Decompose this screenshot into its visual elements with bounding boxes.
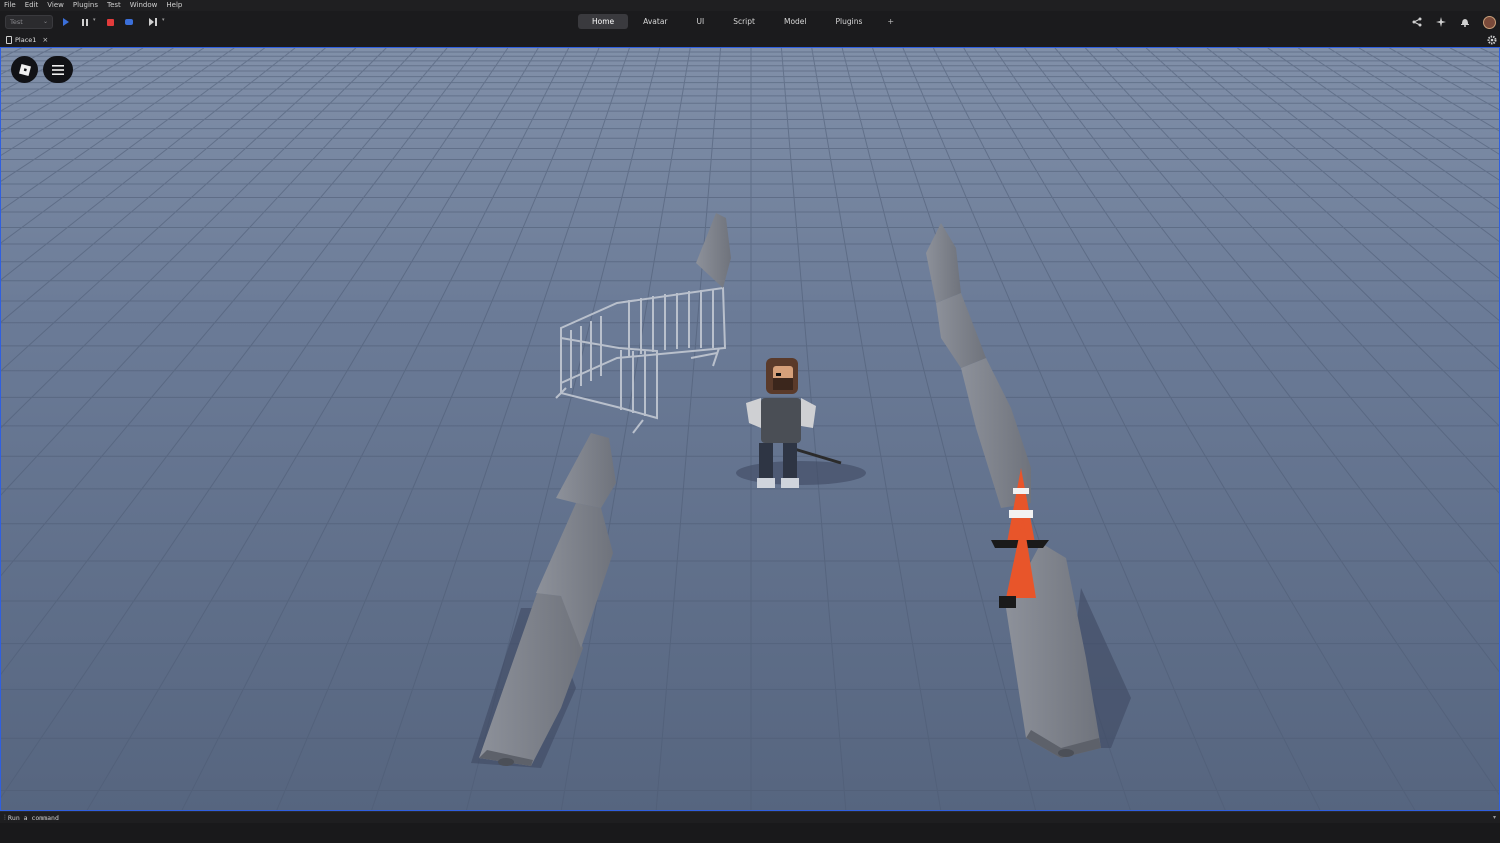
menu-plugins[interactable]: Plugins: [73, 0, 98, 11]
roblox-logo-icon: [18, 63, 31, 76]
camera-button[interactable]: [123, 16, 135, 28]
add-tab-button[interactable]: +: [877, 14, 904, 30]
user-avatar-button[interactable]: [1482, 15, 1496, 29]
menu-bar: File Edit View Plugins Test Window Help: [0, 0, 1500, 11]
tab-script[interactable]: Script: [719, 14, 769, 29]
command-bar: ⋮ ▾: [0, 811, 1500, 824]
bottom-panel: [0, 823, 1500, 843]
step-icon: [149, 18, 155, 26]
stop-button[interactable]: [104, 16, 116, 28]
share-icon: [1412, 17, 1422, 27]
avatar: [1482, 15, 1496, 29]
hamburger-menu-icon: [52, 64, 64, 75]
sparkle-icon: [1436, 17, 1446, 27]
camera-icon: [125, 19, 133, 25]
play-icon: [63, 18, 69, 26]
hamburger-menu-button[interactable]: [43, 56, 73, 83]
pause-options-chevron-icon[interactable]: ▾: [93, 17, 96, 23]
tab-home[interactable]: Home: [578, 14, 629, 29]
close-icon[interactable]: ×: [42, 36, 48, 44]
notifications-button[interactable]: [1458, 15, 1472, 29]
pause-button[interactable]: [79, 16, 91, 28]
roblox-menu-button[interactable]: [11, 56, 38, 83]
tab-avatar[interactable]: Avatar: [629, 14, 681, 29]
ai-assistant-button[interactable]: [1434, 15, 1448, 29]
test-mode-select[interactable]: Test ⌄: [5, 15, 53, 29]
stop-icon: [106, 18, 114, 26]
step-button[interactable]: [147, 16, 159, 28]
gear-icon[interactable]: [1487, 35, 1497, 45]
pause-icon: [82, 18, 88, 26]
scene-render: [1, 48, 1499, 810]
menu-edit[interactable]: Edit: [25, 0, 39, 11]
step-bar-icon: [155, 18, 157, 26]
document-tab-bar: Place1 ×: [0, 33, 1500, 47]
menu-help[interactable]: Help: [166, 0, 182, 11]
play-button[interactable]: [60, 16, 72, 28]
menu-window[interactable]: Window: [130, 0, 158, 11]
tab-ui[interactable]: UI: [683, 14, 719, 29]
3d-viewport[interactable]: [0, 47, 1500, 811]
place-file-icon: [6, 36, 12, 44]
chevron-down-icon: ⌄: [42, 18, 48, 25]
share-button[interactable]: [1410, 15, 1424, 29]
tab-plugins[interactable]: Plugins: [822, 14, 877, 29]
doc-tab-label: Place1: [15, 36, 37, 44]
menu-file[interactable]: File: [4, 0, 16, 11]
menu-test[interactable]: Test: [107, 0, 121, 11]
toolbar: Test ⌄ ▾ ▾ Home Avatar UI Script Model P…: [0, 11, 1500, 33]
bell-icon: [1461, 19, 1469, 27]
menu-view[interactable]: View: [47, 0, 64, 11]
step-options-chevron-icon[interactable]: ▾: [162, 17, 165, 23]
toolbar-right-icons: [1410, 15, 1496, 29]
ribbon-tabs: Home Avatar UI Script Model Plugins +: [578, 14, 904, 30]
tab-model[interactable]: Model: [770, 14, 821, 29]
doc-tab-place1[interactable]: Place1 ×: [6, 34, 48, 46]
test-mode-label: Test: [10, 18, 23, 26]
